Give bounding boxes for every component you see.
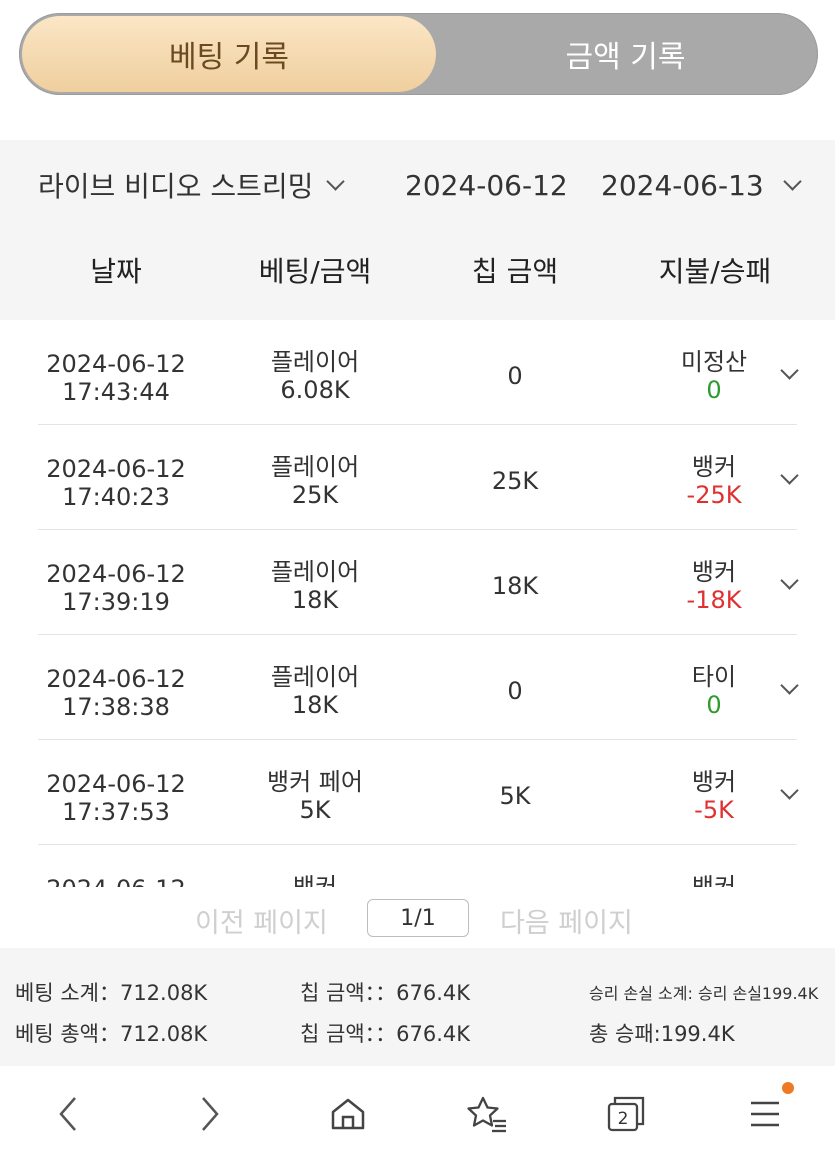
row-time: 17:39:19 <box>62 588 170 616</box>
forward-icon[interactable] <box>184 1088 236 1140</box>
row-datetime: 2024-06-12 17:37:53 <box>30 770 202 826</box>
row-time: 17:43:44 <box>62 378 170 406</box>
game-filter-dropdown[interactable]: 라이브 비디오 스트리밍 <box>38 160 346 210</box>
date-to-label: 2024-06-13 <box>601 168 764 202</box>
row-chip-amount: 25K <box>491 467 539 495</box>
pagination: 이전 페이지 1/1 다음 페이지 <box>0 897 835 941</box>
table-row[interactable]: 2024-06-12 뱅커 뱅커 <box>0 845 835 887</box>
row-bet: 플레이어 18K <box>230 558 400 614</box>
column-header-date: 날짜 <box>90 255 142 288</box>
bookmarks-icon[interactable] <box>461 1088 513 1140</box>
chevron-down-icon <box>783 171 802 191</box>
row-payout: -5K <box>694 796 734 824</box>
table-row[interactable]: 2024-06-12 17:39:19 플레이어 18K 18K 뱅커 -18K <box>0 530 835 635</box>
row-payout: -18K <box>686 586 742 614</box>
next-page-button[interactable]: 다음 페이지 <box>500 901 633 940</box>
browser-nav-bar: 2 <box>0 1066 835 1163</box>
row-bet-type: 플레이어 <box>270 453 360 481</box>
row-time: 17:40:23 <box>62 483 170 511</box>
tab-betting-history[interactable]: 베팅 기록 <box>22 16 436 92</box>
column-header-payout-result: 지불/승패 <box>658 255 772 288</box>
row-bet-type: 뱅커 <box>292 873 338 887</box>
column-header-bet-amount: 베팅/금액 <box>258 255 372 288</box>
row-result-label: 뱅커 <box>691 768 737 796</box>
prev-page-button[interactable]: 이전 페이지 <box>195 901 328 940</box>
chip-subtotal: 칩 금액：：676.4K <box>300 981 471 1005</box>
row-bet: 플레이어 6.08K <box>230 348 400 404</box>
row-result-label: 뱅커 <box>691 873 737 887</box>
row-datetime: 2024-06-12 17:40:23 <box>30 455 202 511</box>
row-bet-amount: 25K <box>291 481 339 509</box>
row-payout: -25K <box>686 481 742 509</box>
row-date: 2024-06-12 <box>46 350 186 378</box>
row-bet: 뱅커 페어 5K <box>230 768 400 824</box>
row-result-label: 뱅커 <box>691 453 737 481</box>
row-chip-amount: 5K <box>499 782 531 810</box>
date-to-picker[interactable]: 2024-06-13 <box>601 160 802 210</box>
row-bet-type: 플레이어 <box>270 348 360 376</box>
game-filter-label: 라이브 비디오 스트리밍 <box>38 170 314 203</box>
table-row[interactable]: 2024-06-12 17:43:44 플레이어 6.08K 0 미정산 0 <box>0 320 835 425</box>
row-datetime: 2024-06-12 17:39:19 <box>30 560 202 616</box>
row-result-label: 뱅커 <box>691 558 737 586</box>
back-icon[interactable] <box>42 1088 94 1140</box>
row-datetime: 2024-06-12 17:38:38 <box>30 665 202 721</box>
row-chip-amount: 18K <box>491 572 539 600</box>
row-chip-amount: 0 <box>507 362 523 390</box>
date-from-picker[interactable]: 2024-06-12 <box>405 160 568 210</box>
row-result: 미정산 0 <box>640 348 788 404</box>
row-bet-amount: 18K <box>291 586 339 614</box>
row-bet: 플레이어 18K <box>230 663 400 719</box>
row-payout: 0 <box>706 376 722 404</box>
record-tabs: 베팅 기록 금액 기록 <box>19 13 818 95</box>
row-chip-amount: 0 <box>507 677 523 705</box>
row-date: 2024-06-12 <box>46 770 186 798</box>
summary-panel: 베팅 소계：712.08K 칩 금액：：676.4K 승리 손실 소계: 승리 … <box>0 948 835 1066</box>
row-payout: 0 <box>706 691 722 719</box>
winloss-total: 총 승패:199.4K <box>589 1022 735 1046</box>
bet-total: 베팅 총액：712.08K <box>15 1022 208 1046</box>
row-datetime: 2024-06-12 17:43:44 <box>30 350 202 406</box>
row-bet-amount: 6.08K <box>280 376 350 404</box>
row-bet: 플레이어 25K <box>230 453 400 509</box>
tab-amount-history[interactable]: 금액 기록 <box>436 16 815 92</box>
row-date: 2024-06-12 <box>46 560 186 588</box>
row-result: 타이 0 <box>640 663 788 719</box>
column-header-chip-amount: 칩 금액 <box>471 255 559 288</box>
date-from-label: 2024-06-12 <box>405 168 568 202</box>
row-result: 뱅커 -18K <box>640 558 788 614</box>
table-row[interactable]: 2024-06-12 17:37:53 뱅커 페어 5K 5K 뱅커 -5K <box>0 740 835 845</box>
row-date: 2024-06-12 <box>46 665 186 693</box>
row-bet-amount: 5K <box>299 796 331 824</box>
bet-history-list: 2024-06-12 17:43:44 플레이어 6.08K 0 미정산 0 2… <box>0 320 835 887</box>
table-row[interactable]: 2024-06-12 17:38:38 플레이어 18K 0 타이 0 <box>0 635 835 740</box>
notification-dot <box>782 1082 794 1094</box>
chevron-down-icon <box>326 171 346 191</box>
table-row[interactable]: 2024-06-12 17:40:23 플레이어 25K 25K 뱅커 -25K <box>0 425 835 530</box>
row-result: 뱅커 -25K <box>640 453 788 509</box>
page-indicator[interactable]: 1/1 <box>367 899 469 937</box>
row-time: 17:37:53 <box>62 798 170 826</box>
row-date: 2024-06-12 <box>30 875 202 887</box>
row-bet-type: 플레이어 <box>270 558 360 586</box>
row-date: 2024-06-12 <box>46 455 186 483</box>
menu-icon[interactable] <box>739 1088 791 1140</box>
chip-total: 칩 금액：：676.4K <box>300 1022 471 1046</box>
row-bet-type: 뱅커 페어 <box>267 768 363 796</box>
tabs-icon[interactable]: 2 <box>600 1088 652 1140</box>
tab-count: 2 <box>618 1109 629 1129</box>
row-result-label: 타이 <box>691 663 737 691</box>
row-result: 뱅커 -5K <box>640 768 788 824</box>
row-time: 17:38:38 <box>62 693 170 721</box>
home-icon[interactable] <box>322 1088 374 1140</box>
row-bet-amount: 18K <box>291 691 339 719</box>
row-result-label: 미정산 <box>680 348 748 376</box>
bet-subtotal: 베팅 소계：712.08K <box>15 981 208 1005</box>
row-bet-type: 플레이어 <box>270 663 360 691</box>
winloss-subtotal: 승리 손실 소계: 승리 손실199.4K <box>589 984 819 1003</box>
